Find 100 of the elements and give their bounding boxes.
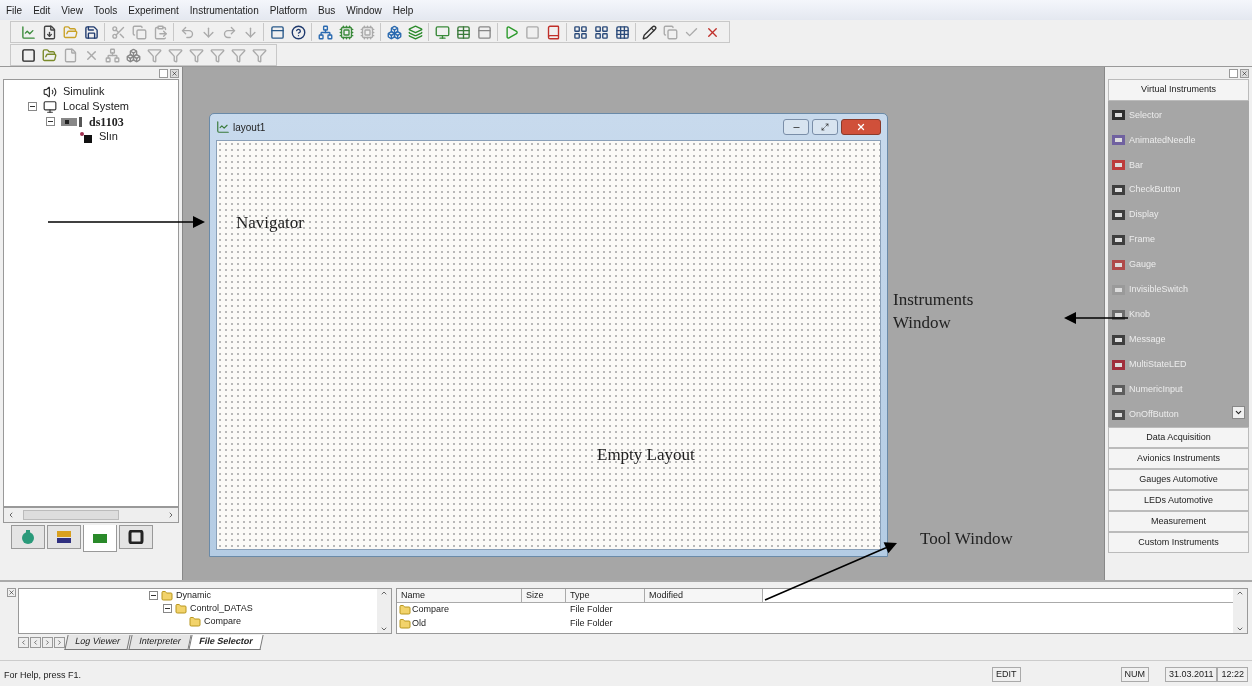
- menu-item[interactable]: Bus: [317, 2, 336, 18]
- column-header[interactable]: Type: [566, 589, 645, 602]
- column-header[interactable]: Name: [397, 589, 522, 602]
- help-button[interactable]: [289, 23, 307, 41]
- filter-button[interactable]: [250, 46, 268, 64]
- folder-button[interactable]: [40, 46, 58, 64]
- minimize-button[interactable]: [783, 119, 809, 135]
- filter-button[interactable]: [229, 46, 247, 64]
- tab[interactable]: Interpreter: [128, 634, 191, 650]
- close-icon: [7, 589, 15, 596]
- menu-item[interactable]: Platform: [269, 2, 307, 18]
- network-button[interactable]: [316, 23, 334, 41]
- table-button[interactable]: [454, 23, 472, 41]
- filter-button[interactable]: [187, 46, 205, 64]
- arrow-down-icon: [200, 24, 216, 40]
- tree-item[interactable]: Compare: [204, 614, 241, 629]
- close-button[interactable]: [6, 588, 16, 597]
- grid-icon: [572, 24, 588, 40]
- filter-button[interactable]: [208, 46, 226, 64]
- folder-icon: [399, 604, 411, 616]
- collapse-toggle[interactable]: [46, 117, 55, 126]
- tab[interactable]: Log Viewer: [64, 634, 131, 650]
- collapse-toggle[interactable]: [28, 102, 37, 111]
- grid-button[interactable]: [592, 23, 610, 41]
- category-button[interactable]: Gauges Automotive: [1108, 469, 1249, 490]
- maximize-icon: [821, 123, 829, 131]
- menu-item[interactable]: Window: [346, 2, 382, 18]
- window-button[interactable]: [268, 23, 286, 41]
- computer-icon: [43, 99, 57, 114]
- menu-item[interactable]: Instrumentation: [189, 2, 259, 18]
- menu-item[interactable]: View: [61, 2, 83, 18]
- collapse-toggle[interactable]: [163, 604, 172, 613]
- navigator-tab[interactable]: [47, 525, 81, 549]
- chip-button[interactable]: [337, 23, 355, 41]
- widget-icon: [1112, 234, 1126, 247]
- horizontal-scrollbar[interactable]: [3, 507, 179, 523]
- stop-icon: [524, 24, 540, 40]
- menu-item[interactable]: Experiment: [128, 2, 179, 18]
- close-button[interactable]: [170, 69, 179, 78]
- save-button[interactable]: [82, 23, 100, 41]
- menu-item[interactable]: Tools: [93, 2, 118, 18]
- maximize-button[interactable]: [812, 119, 838, 135]
- grid-button[interactable]: [571, 23, 589, 41]
- category-button[interactable]: Data Acquisition: [1108, 427, 1249, 448]
- play-icon: [503, 24, 519, 40]
- arrow-down-icon: [242, 24, 258, 40]
- category-button[interactable]: Virtual Instruments: [1108, 79, 1249, 101]
- close-icon: [1241, 70, 1248, 77]
- close-button[interactable]: [1240, 69, 1249, 78]
- category-button[interactable]: Measurement: [1108, 511, 1249, 532]
- pencil-button[interactable]: [640, 23, 658, 41]
- tree-item[interactable]: Slın: [99, 128, 118, 145]
- column-header[interactable]: Size: [522, 589, 566, 602]
- tree-item[interactable]: Control_DATAS: [190, 601, 253, 616]
- tab-scroll-button[interactable]: [30, 636, 41, 648]
- navigator-tab[interactable]: [119, 525, 153, 549]
- tree-item[interactable]: ds1103: [89, 112, 124, 131]
- status-pane: 31.03.2011: [1165, 666, 1218, 682]
- scroll-down-button[interactable]: [1232, 406, 1245, 419]
- tab-icon: [92, 531, 108, 545]
- category-button[interactable]: Custom Instruments: [1108, 532, 1249, 553]
- folder-icon: [399, 618, 411, 630]
- boxes-button[interactable]: [385, 23, 403, 41]
- close-button[interactable]: [841, 119, 881, 135]
- category-button[interactable]: Avionics Instruments: [1108, 448, 1249, 469]
- tab-scroll-button[interactable]: [18, 636, 29, 648]
- grid-icon: [593, 24, 609, 40]
- copy-button[interactable]: [130, 23, 148, 41]
- cut-button[interactable]: [109, 23, 127, 41]
- filter-button[interactable]: [166, 46, 184, 64]
- tree-item[interactable]: Dynamic: [176, 588, 211, 603]
- tree-item[interactable]: Local System: [63, 98, 130, 115]
- tab-scroll-button[interactable]: [42, 636, 53, 648]
- menu-item[interactable]: Help: [392, 2, 414, 18]
- network-icon: [317, 24, 333, 40]
- filter-button[interactable]: [145, 46, 163, 64]
- column-header[interactable]: Modified: [645, 589, 763, 602]
- pencil-icon: [641, 24, 657, 40]
- pin-button[interactable]: [1229, 69, 1238, 78]
- tab[interactable]: File Selector: [188, 634, 264, 650]
- tree-item[interactable]: Simulink: [63, 83, 105, 100]
- vertical-scrollbar[interactable]: [1233, 589, 1247, 633]
- vertical-scrollbar[interactable]: [377, 589, 391, 633]
- pin-button[interactable]: [159, 69, 168, 78]
- filter-icon: [188, 47, 204, 63]
- collapse-toggle[interactable]: [149, 591, 158, 600]
- menu-item[interactable]: File: [6, 2, 23, 18]
- category-button[interactable]: LEDs Automotive: [1108, 490, 1249, 511]
- tab-scroll-button[interactable]: [54, 636, 65, 648]
- boxes-button[interactable]: [124, 46, 142, 64]
- window-button[interactable]: [475, 23, 493, 41]
- window-icon: [269, 24, 285, 40]
- layers-button[interactable]: [406, 23, 424, 41]
- grid-button[interactable]: [613, 23, 631, 41]
- chip-button[interactable]: [358, 23, 376, 41]
- square-button[interactable]: [19, 46, 37, 64]
- folder-icon: [189, 615, 201, 628]
- network-button[interactable]: [103, 46, 121, 64]
- menu-item[interactable]: Edit: [33, 2, 51, 18]
- monitor-button[interactable]: [433, 23, 451, 41]
